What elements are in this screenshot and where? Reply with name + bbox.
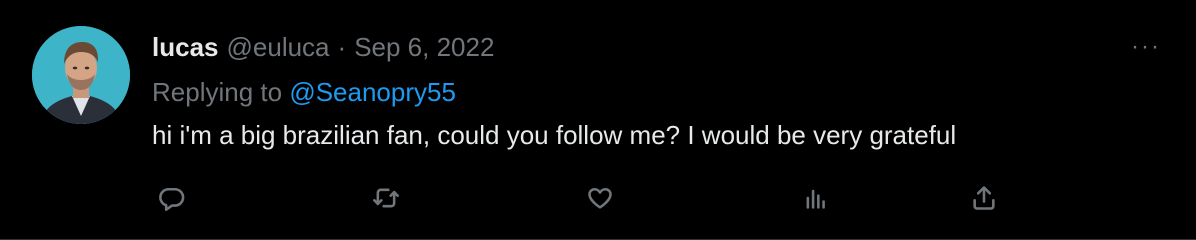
heart-icon <box>588 187 612 209</box>
action-bar <box>152 178 1012 218</box>
share-icon <box>973 186 995 210</box>
mention-link[interactable]: @Seanopry55 <box>289 77 456 107</box>
display-name[interactable]: lucas <box>152 28 219 66</box>
reply-icon <box>159 187 185 211</box>
share-button[interactable] <box>964 178 1004 218</box>
separator-dot: · <box>337 32 347 62</box>
reply-button[interactable] <box>152 178 192 218</box>
replying-to-label: Replying to <box>152 77 283 107</box>
tweet[interactable]: lucas @euluca · Sep 6, 2022 ··· Replying… <box>0 0 1196 240</box>
tweet-header: lucas @euluca · Sep 6, 2022 <box>152 28 1166 66</box>
avatar[interactable] <box>32 26 130 124</box>
retweet-button[interactable] <box>366 178 406 218</box>
more-options-button[interactable]: ··· <box>1126 32 1166 62</box>
more-icon: ··· <box>1131 33 1161 60</box>
replying-to: Replying to @Seanopry55 <box>152 74 1166 110</box>
tweet-text: hi i'm a big brazilian fan, could you fo… <box>152 120 957 150</box>
analytics-icon <box>806 189 825 209</box>
analytics-button[interactable] <box>796 178 836 218</box>
like-button[interactable] <box>580 178 620 218</box>
avatar-image <box>32 26 130 124</box>
tweet-content: lucas @euluca · Sep 6, 2022 ··· Replying… <box>152 28 1166 152</box>
timestamp[interactable]: Sep 6, 2022 <box>354 28 494 66</box>
user-handle[interactable]: @euluca <box>227 28 330 66</box>
retweet-icon <box>373 188 399 208</box>
